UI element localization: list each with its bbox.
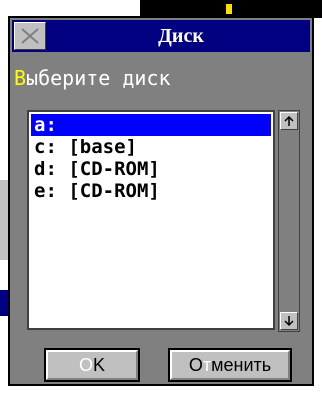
background-window-edge-blue xyxy=(0,290,8,316)
prompt-label: Выберите диск xyxy=(14,66,171,90)
background-window-edge xyxy=(0,180,8,260)
drive-item-d[interactable]: d: [CD-ROM] xyxy=(31,158,271,180)
ok-label: K xyxy=(93,355,106,375)
drive-dialog: Диск Выберите диск a: c: [base] d: [CD-R… xyxy=(8,16,314,386)
drive-list[interactable]: a: c: [base] d: [CD-ROM] e: [CD-ROM] xyxy=(27,110,275,330)
drive-item-e[interactable]: e: [CD-ROM] xyxy=(31,180,271,202)
background-marker xyxy=(226,4,232,14)
prompt-hotkey: В xyxy=(14,66,27,90)
title-bar: Диск xyxy=(12,20,310,52)
scroll-down-button[interactable] xyxy=(280,312,298,330)
prompt-text: ыберите диск xyxy=(26,66,171,90)
scroll-up-button[interactable] xyxy=(280,112,298,130)
cancel-label: менить xyxy=(211,355,272,375)
cancel-button[interactable]: Отменить xyxy=(168,348,292,382)
ok-button[interactable]: OK xyxy=(44,348,140,382)
ok-hotkey: O xyxy=(78,355,93,375)
close-button[interactable] xyxy=(14,22,46,50)
scroll-down-arrow-icon xyxy=(284,316,294,327)
close-icon xyxy=(21,28,39,44)
dialog-title: Диск xyxy=(158,25,204,47)
drive-item-c[interactable]: c: [base] xyxy=(31,136,271,158)
scroll-up-arrow-icon xyxy=(284,115,294,126)
list-scrollbar[interactable] xyxy=(278,110,300,332)
cancel-label-prefix: О xyxy=(188,355,203,375)
drive-item-a[interactable]: a: xyxy=(31,114,271,136)
cancel-hotkey: т xyxy=(202,355,212,375)
